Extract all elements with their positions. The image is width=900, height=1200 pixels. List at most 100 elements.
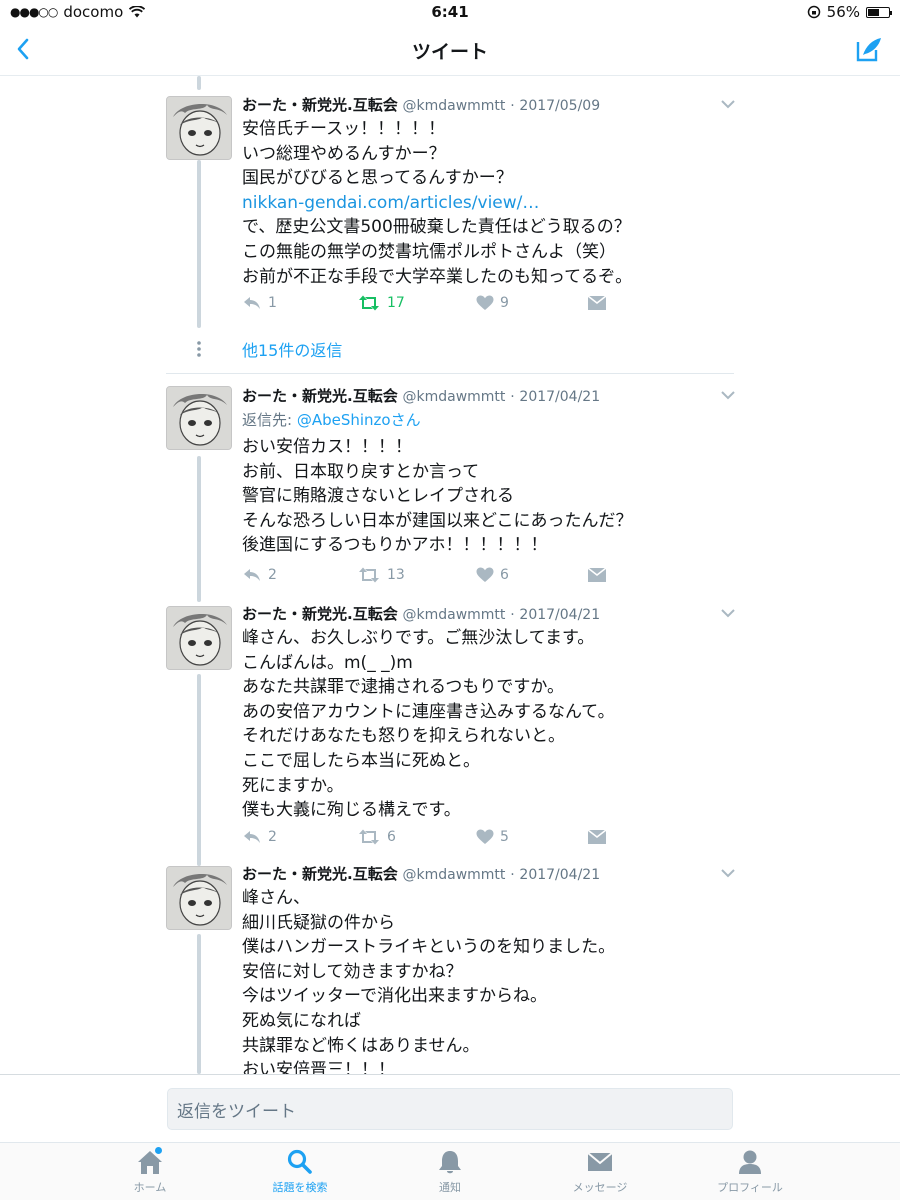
rotation-lock-icon xyxy=(807,5,820,19)
tweet-line: で、歴史公文書500冊破棄した責任はどう取るの？ xyxy=(242,217,631,238)
tab-profile[interactable]: プロフィール xyxy=(695,1149,805,1199)
tab-notifications[interactable]: 通知 xyxy=(395,1149,505,1199)
tweet-line: それだけあなたも怒りを抑えられないと。 xyxy=(242,726,565,747)
tweet-line: いつ総理やめるんすかー？ xyxy=(242,143,446,164)
author-name[interactable]: おーた・新党光.互転会 xyxy=(242,96,398,114)
tweet-date[interactable]: 2017/04/21 xyxy=(519,867,600,883)
avatar[interactable] xyxy=(166,606,232,670)
tweet-date[interactable]: 2017/04/21 xyxy=(519,607,600,623)
search-icon xyxy=(287,1149,312,1174)
reply-to: 返信先: @AbeShinzoさん xyxy=(242,408,742,432)
author-handle[interactable]: @kmdawmmtt xyxy=(402,98,505,114)
more-replies-link[interactable]: 他15件の返信 xyxy=(0,334,900,364)
compose-icon[interactable] xyxy=(854,34,884,64)
like-count: 6 xyxy=(500,567,509,583)
divider xyxy=(166,373,734,374)
tweet-date[interactable]: 2017/04/21 xyxy=(519,389,600,405)
envelope-icon xyxy=(588,296,606,310)
like-button[interactable]: 5 xyxy=(476,825,509,849)
tweet-line: あの安倍アカウントに連座書き込みするなんて。 xyxy=(242,701,615,722)
notification-dot xyxy=(155,1147,162,1154)
author-handle[interactable]: @kmdawmmtt xyxy=(402,389,505,405)
dm-button[interactable] xyxy=(588,563,606,587)
like-button[interactable]: 9 xyxy=(476,291,509,315)
tweet-date[interactable]: 2017/05/09 xyxy=(519,98,600,114)
reply-icon xyxy=(244,569,260,581)
avatar[interactable] xyxy=(166,96,232,160)
tweet-line: あなた共謀罪で逮捕されるつもりですか。 xyxy=(242,677,564,698)
more-replies-label[interactable]: 他15件の返信 xyxy=(242,337,342,361)
retweet-button[interactable]: 6 xyxy=(357,825,396,849)
tweet-line: 僕も大義に殉じる構えです。 xyxy=(242,800,461,821)
retweet-icon xyxy=(359,295,379,311)
reply-button[interactable]: 2 xyxy=(242,825,277,849)
retweet-button[interactable]: 13 xyxy=(357,563,405,587)
date-separator: · xyxy=(510,607,515,623)
retweet-count: 6 xyxy=(387,829,396,845)
tweet-line: 峰さん、 xyxy=(242,888,310,908)
author-name[interactable]: おーた・新党光.互転会 xyxy=(242,387,398,405)
thread-line xyxy=(197,674,201,866)
tweet-line: 警官に賄賂渡さないとレイプされる xyxy=(242,486,514,507)
tweet-text: 峰さん、お久しぶりです。ご無沙汰してます。 こんばんは。m(_ _)m あなた共… xyxy=(242,626,742,823)
tab-label: 通知 xyxy=(439,1181,461,1194)
tweet-line: おい安倍カス！！！！ xyxy=(242,437,412,457)
nav-bar: ツイート xyxy=(0,26,900,76)
date-separator: · xyxy=(510,98,515,114)
author-handle[interactable]: @kmdawmmtt xyxy=(402,607,505,623)
tab-home[interactable]: ホーム xyxy=(95,1147,205,1199)
retweet-count: 17 xyxy=(387,295,405,311)
thread-line xyxy=(197,160,201,328)
tab-search[interactable]: 話題を検索 xyxy=(245,1149,355,1199)
reply-count: 2 xyxy=(268,829,277,845)
reply-input[interactable]: 返信をツイート xyxy=(167,1088,733,1130)
heart-icon xyxy=(476,295,494,310)
battery-icon xyxy=(866,6,892,18)
tab-label: メッセージ xyxy=(572,1181,628,1194)
author-name[interactable]: おーた・新党光.互転会 xyxy=(242,865,398,883)
status-bar: ●●●○○ docomo 6:41 56% xyxy=(0,0,900,26)
tab-bar: ホーム 話題を検索 通知 メッセージ プロフィール xyxy=(0,1142,900,1200)
chevron-down-icon[interactable] xyxy=(720,389,736,401)
tweet-text: おい安倍カス！！！！ お前、日本取り戻すとか言って 警官に賄賂渡さないとレイプさ… xyxy=(242,435,742,558)
battery-level xyxy=(868,8,880,16)
dm-button[interactable] xyxy=(588,291,606,315)
reply-button[interactable]: 2 xyxy=(242,563,277,587)
reply-bar: 返信をツイート xyxy=(0,1074,900,1142)
tab-label: 話題を検索 xyxy=(272,1181,328,1194)
author-name[interactable]: おーた・新党光.互転会 xyxy=(242,605,398,623)
avatar[interactable] xyxy=(166,386,232,450)
page-title: ツイート xyxy=(411,41,488,63)
tweet-line: 安倍氏チースッ！！！！！ xyxy=(242,119,446,139)
tweet-link[interactable]: nikkan-gendai.com/articles/view/… xyxy=(242,191,742,216)
author-handle[interactable]: @kmdawmmtt xyxy=(402,867,505,883)
tweet-line: 共謀罪など怖くはありません。 xyxy=(242,1035,480,1056)
retweet-icon xyxy=(359,567,379,583)
avatar[interactable] xyxy=(166,866,232,930)
chevron-down-icon[interactable] xyxy=(720,607,736,619)
reply-button[interactable]: 1 xyxy=(242,291,277,315)
tweet-line: 峰さん、お久しぶりです。ご無沙汰してます。 xyxy=(242,628,595,648)
tweet-line: 死ぬ気になれば xyxy=(242,1010,361,1031)
tweet-text: 峰さん、 細川氏疑獄の件から 僕はハンガーストライキというのを知りました。 安倍… xyxy=(242,886,742,1074)
like-count: 9 xyxy=(500,295,509,311)
tweet-line: そんな恐ろしい日本が建国以来どこにあったんだ？ xyxy=(242,510,633,531)
tweet-actions: 2 13 6 xyxy=(242,563,622,587)
reply-count: 1 xyxy=(268,295,277,311)
tab-label: プロフィール xyxy=(717,1181,783,1194)
dm-button[interactable] xyxy=(588,825,606,849)
tweet-line: ここで屈したら本当に死ぬと。 xyxy=(242,750,480,771)
reply-icon xyxy=(244,831,260,843)
tab-messages[interactable]: メッセージ xyxy=(545,1149,655,1199)
chevron-down-icon[interactable] xyxy=(720,98,736,110)
tab-label: ホーム xyxy=(133,1181,167,1194)
like-button[interactable]: 6 xyxy=(476,563,509,587)
chevron-down-icon[interactable] xyxy=(720,867,736,879)
retweet-button[interactable]: 17 xyxy=(357,291,405,315)
reply-to-mention[interactable]: @AbeShinzoさん xyxy=(297,411,421,429)
envelope-icon xyxy=(588,830,606,844)
tweet-actions: 1 17 9 xyxy=(242,291,622,315)
battery-percent: 56% xyxy=(826,3,860,21)
tweet-thread: おーた・新党光.互転会 @kmdawmmtt · 2017/05/09 安倍氏チ… xyxy=(0,76,900,1074)
tweet-actions: 2 6 5 xyxy=(242,825,622,849)
